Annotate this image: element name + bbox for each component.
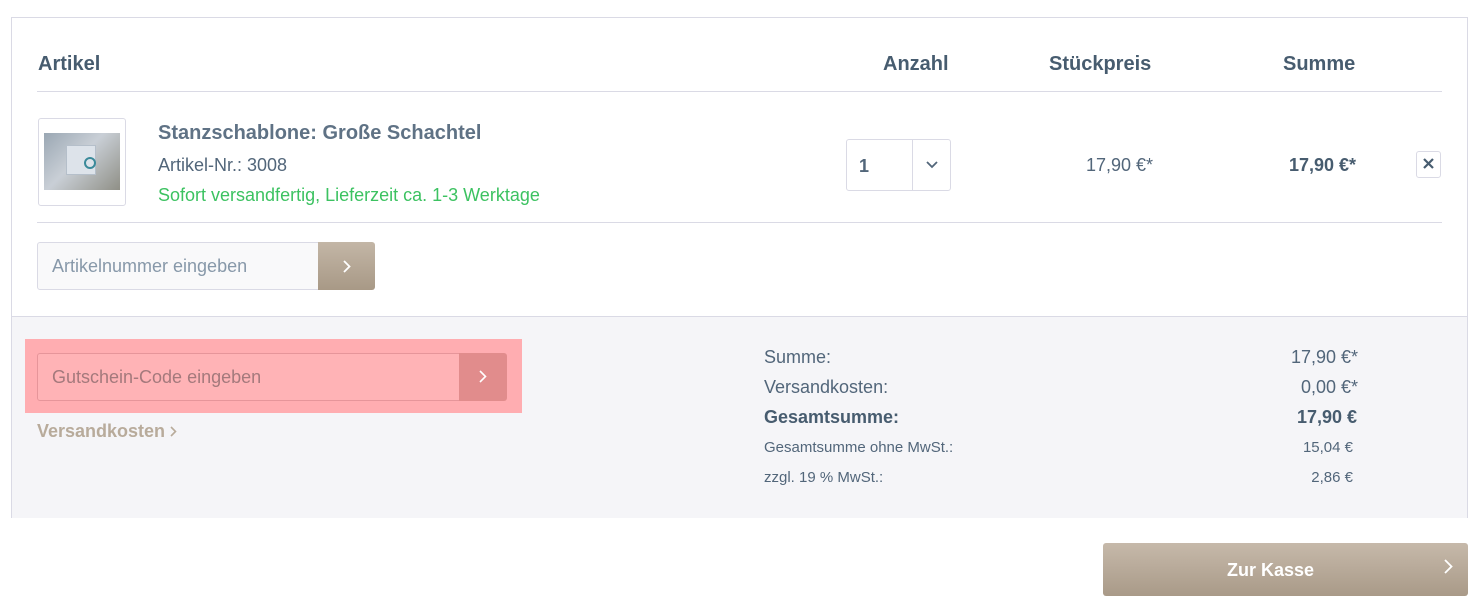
summary-label-net: Gesamtsumme ohne MwSt.: [764,439,954,456]
summary-label-subtotal: Summe: [764,347,832,367]
summary-value-shipping: 0,00 €* [1300,377,1358,397]
quantity-select[interactable]: 1 [846,139,951,191]
summary-value-vat: 2,86 € [1311,469,1353,486]
chevron-right-icon [479,366,487,389]
close-icon [1423,156,1434,174]
quantity-value: 1 [859,156,870,176]
product-image [44,133,120,190]
summary-label-vat: zzgl. 19 % MwSt.: [764,469,884,486]
summary-label-total: Gesamtsumme: [764,407,900,427]
header-unit-price: Stückpreis [1049,53,1152,75]
chevron-down-icon[interactable] [912,140,950,190]
summary-value-subtotal: 17,90 €* [1290,347,1358,367]
cart-table: Artikel Anzahl Stückpreis Summe Stanzsch… [11,17,1468,518]
summary-value-net: 15,04 € [1302,439,1353,456]
checkout-label: Zur Kasse [1227,560,1315,580]
chevron-right-icon [1444,557,1453,580]
product-thumbnail[interactable] [38,118,126,206]
chevron-right-icon [170,421,177,441]
cart-item-row: Stanzschablone: Große Schachtel Artikel-… [37,92,1442,223]
voucher-submit-button[interactable] [459,353,507,401]
summary-value-total: 17,90 € [1296,407,1357,427]
item-total: 17,90 €* [1289,155,1357,175]
header-article: Artikel [38,53,101,75]
cart-footer: Versandkosten Summe: 17,90 €* Versandkos… [12,316,1467,518]
header-total: Summe [1283,53,1356,75]
unit-price: 17,90 €* [1086,155,1154,175]
summary-label-shipping: Versandkosten: [764,377,889,397]
remove-item-button[interactable] [1416,151,1441,178]
chevron-right-icon [342,253,351,279]
header-quantity: Anzahl [883,53,949,75]
add-article-button[interactable] [318,242,375,290]
voucher-form [37,353,507,401]
shipping-costs-link[interactable]: Versandkosten [37,421,177,442]
product-article-number: Artikel-Nr.: 3008 [158,155,288,175]
voucher-code-input[interactable] [37,353,460,401]
delivery-status: Sofort versandfertig, Lieferzeit ca. 1-3… [158,185,540,205]
shipping-costs-label: Versandkosten [37,421,166,441]
article-number-input[interactable] [37,242,319,290]
product-name-link[interactable]: Stanzschablone: Große Schachtel [158,122,481,145]
checkout-button[interactable]: Zur Kasse [1103,543,1468,596]
add-article-form [37,242,375,290]
cart-header-row: Artikel Anzahl Stückpreis Summe [37,18,1442,92]
